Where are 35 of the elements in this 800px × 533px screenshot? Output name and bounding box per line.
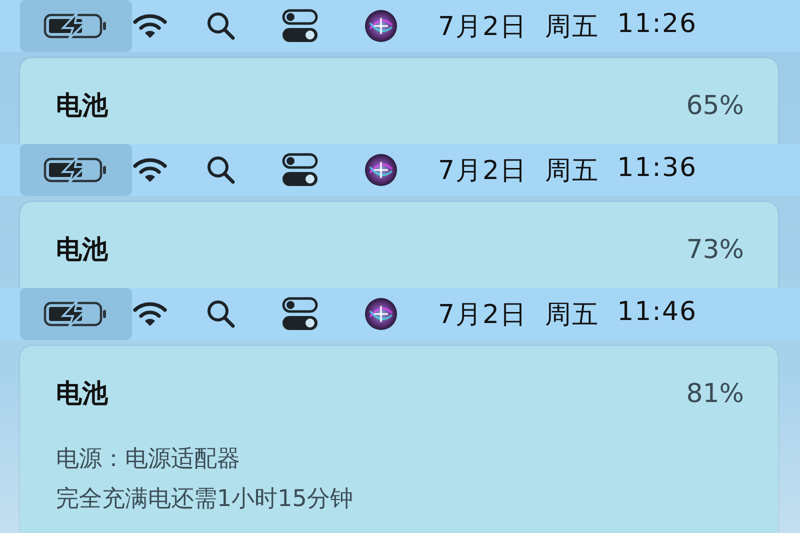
battery-menu-button[interactable] <box>20 144 132 196</box>
date-text: 7月2日 <box>438 154 528 188</box>
wifi-icon[interactable] <box>132 12 168 40</box>
siri-icon[interactable] <box>364 153 398 187</box>
panel-title: 电池 <box>56 90 108 123</box>
time-text: 11:26 <box>617 8 698 40</box>
search-icon[interactable] <box>206 11 236 41</box>
battery-charging-icon <box>43 300 109 328</box>
battery-charging-icon <box>43 156 109 184</box>
time-text: 11:36 <box>617 152 698 184</box>
wifi-icon[interactable] <box>132 156 168 184</box>
toggle-switches-icon[interactable] <box>282 297 318 331</box>
toggle-switches-icon[interactable] <box>282 153 318 187</box>
detail-text: 完全充满电还需1小时15分钟 <box>56 485 354 514</box>
panel-title: 电池 <box>56 234 108 267</box>
date-text: 7月2日 <box>438 10 528 44</box>
panel-title: 电池 <box>56 378 108 411</box>
battery-menu-button[interactable] <box>20 0 132 52</box>
time-text: 11:46 <box>617 296 698 328</box>
detail-text: 电源：电源适配器 <box>56 445 241 474</box>
weekday-text: 周五 <box>545 10 600 44</box>
battery-percentage: 81% <box>686 378 744 408</box>
weekday-text: 周五 <box>545 298 600 332</box>
toggle-switches-icon[interactable] <box>282 9 318 43</box>
weekday-text: 周五 <box>545 154 600 188</box>
search-icon[interactable] <box>206 299 236 329</box>
siri-icon[interactable] <box>364 297 398 331</box>
date-text: 7月2日 <box>438 298 528 332</box>
battery-percentage: 65% <box>686 90 744 120</box>
battery-percentage: 73% <box>686 234 744 264</box>
battery-charging-icon <box>43 12 109 40</box>
siri-icon[interactable] <box>364 9 398 43</box>
battery-menu-button[interactable] <box>20 288 132 340</box>
search-icon[interactable] <box>206 155 236 185</box>
wifi-icon[interactable] <box>132 300 168 328</box>
